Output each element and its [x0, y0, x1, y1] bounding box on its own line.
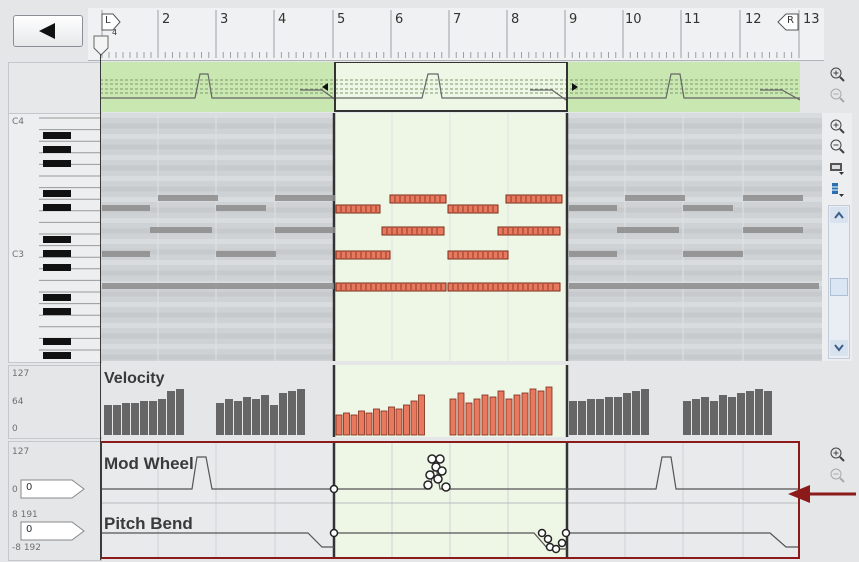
- note-grid-canvas: [100, 113, 822, 361]
- bar-label: 11: [684, 12, 701, 27]
- mod-wheel-title: Mod Wheel: [104, 454, 194, 473]
- scroll-thumb[interactable]: [830, 278, 848, 296]
- bar-label: 13: [803, 12, 820, 27]
- loop-start-sub: 4: [112, 28, 118, 37]
- note-grid[interactable]: [100, 113, 822, 361]
- overview-graph: [100, 62, 800, 112]
- bar-label: 10: [625, 12, 642, 27]
- zoom-out-icon[interactable]: [829, 467, 845, 483]
- automation-curves: [100, 441, 800, 559]
- automation-lanes[interactable]: [100, 441, 800, 559]
- bar-label: 5: [337, 12, 346, 27]
- pitch-bend-value: 0: [26, 524, 33, 535]
- piano-keyboard[interactable]: [8, 113, 102, 363]
- mod-wheel-min: 0: [12, 485, 18, 495]
- tool-icon[interactable]: [829, 182, 845, 198]
- bar-label: 8: [511, 12, 520, 27]
- zoom-out-icon[interactable]: [829, 87, 845, 103]
- zoom-in-icon[interactable]: [829, 66, 845, 82]
- playhead-line: [100, 54, 101, 560]
- left-arrow-icon: [39, 23, 55, 39]
- pitch-bend-min: -8 192: [12, 543, 42, 553]
- playhead-handle[interactable]: [92, 34, 110, 56]
- velocity-bars: [104, 365, 772, 437]
- bar-label: 4: [278, 12, 287, 27]
- loop-start-marker[interactable]: L: [100, 12, 122, 34]
- velocity-max: 127: [12, 369, 30, 379]
- loop-end-marker[interactable]: R: [776, 12, 800, 34]
- velocity-title: Velocity: [104, 370, 165, 387]
- scroll-up-icon[interactable]: [830, 207, 848, 223]
- c4-label: C4: [12, 117, 25, 127]
- bar-label: 12: [745, 12, 762, 27]
- overview-left-panel: [8, 62, 102, 114]
- loop-start-label: L: [105, 15, 111, 26]
- loop-end-label: R: [787, 15, 794, 26]
- velocity-lane[interactable]: [100, 365, 822, 437]
- scroll-down-icon[interactable]: [830, 340, 848, 356]
- pitch-bend-value-field[interactable]: 0: [20, 521, 86, 541]
- keyboard-keys: [39, 117, 101, 359]
- zoom-in-icon[interactable]: [829, 446, 845, 462]
- zoom-out-icon[interactable]: [829, 138, 845, 154]
- tool-icon[interactable]: [829, 160, 845, 176]
- velocity-min: 0: [12, 424, 18, 434]
- pitch-bend-title: Pitch Bend: [104, 514, 193, 533]
- bar-label: 3: [220, 12, 229, 27]
- back-button[interactable]: [13, 15, 83, 47]
- bar-label: 7: [453, 12, 462, 27]
- pitch-bend-max: 8 191: [12, 510, 38, 520]
- mod-wheel-value: 0: [26, 482, 33, 493]
- piano-roll-editor: 2 3 4 5 6 7 8 9 10 11 12 13 L 4 R C4 C3 …: [0, 0, 859, 562]
- pointer-arrow-icon: [786, 482, 856, 506]
- pattern-overview[interactable]: [100, 62, 800, 112]
- c3-label: C3: [12, 250, 25, 260]
- bar-label: 6: [395, 12, 404, 27]
- zoom-in-icon[interactable]: [829, 118, 845, 134]
- mod-wheel-value-field[interactable]: 0: [20, 479, 86, 499]
- bar-label: 2: [162, 12, 171, 27]
- velocity-mid: 64: [12, 397, 24, 407]
- mod-wheel-max: 127: [12, 447, 30, 457]
- vertical-scrollbar[interactable]: [828, 205, 850, 359]
- bar-label: 9: [569, 12, 578, 27]
